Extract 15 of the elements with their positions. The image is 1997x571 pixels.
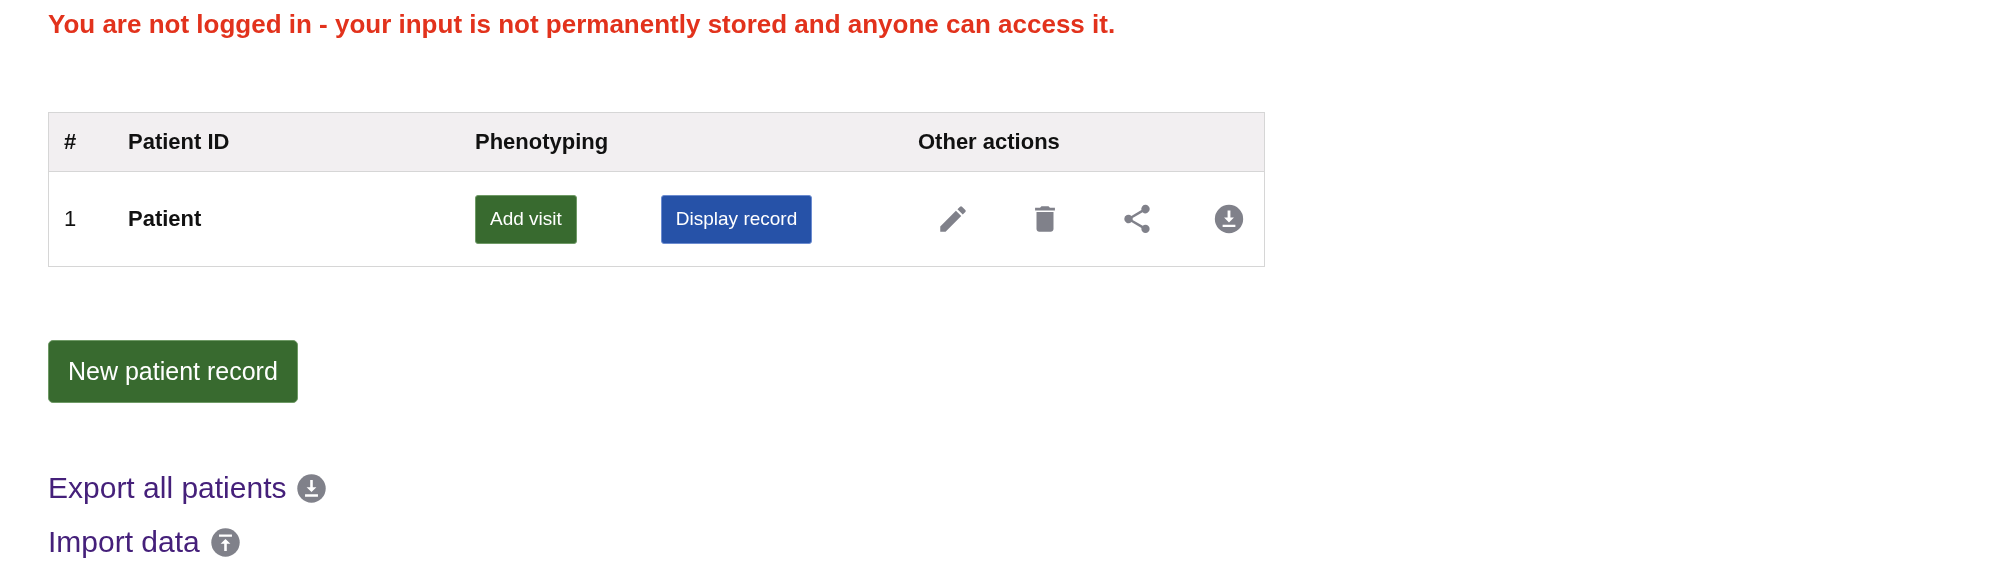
row-number: 1 <box>64 206 77 231</box>
download-icon[interactable] <box>296 472 328 504</box>
column-header: Phenotyping <box>475 129 609 154</box>
download-icon[interactable] <box>1212 202 1246 236</box>
link[interactable]: Import data <box>48 525 200 559</box>
column-header: Other actions <box>918 129 1060 154</box>
upload-icon[interactable] <box>209 526 241 558</box>
display-record-button[interactable]: Display record <box>660 194 813 244</box>
column-header: # <box>64 129 77 154</box>
column-header: Patient ID <box>128 129 230 154</box>
link[interactable]: Export all patients <box>48 471 287 505</box>
patient-id: Patient <box>128 206 202 231</box>
login-warning: You are not logged in - your input is not permanently stored and anyone can access it. <box>48 8 1117 41</box>
new-patient-record-button[interactable]: New patient record <box>48 340 298 403</box>
add-visit-button[interactable]: Add visit <box>475 194 577 244</box>
